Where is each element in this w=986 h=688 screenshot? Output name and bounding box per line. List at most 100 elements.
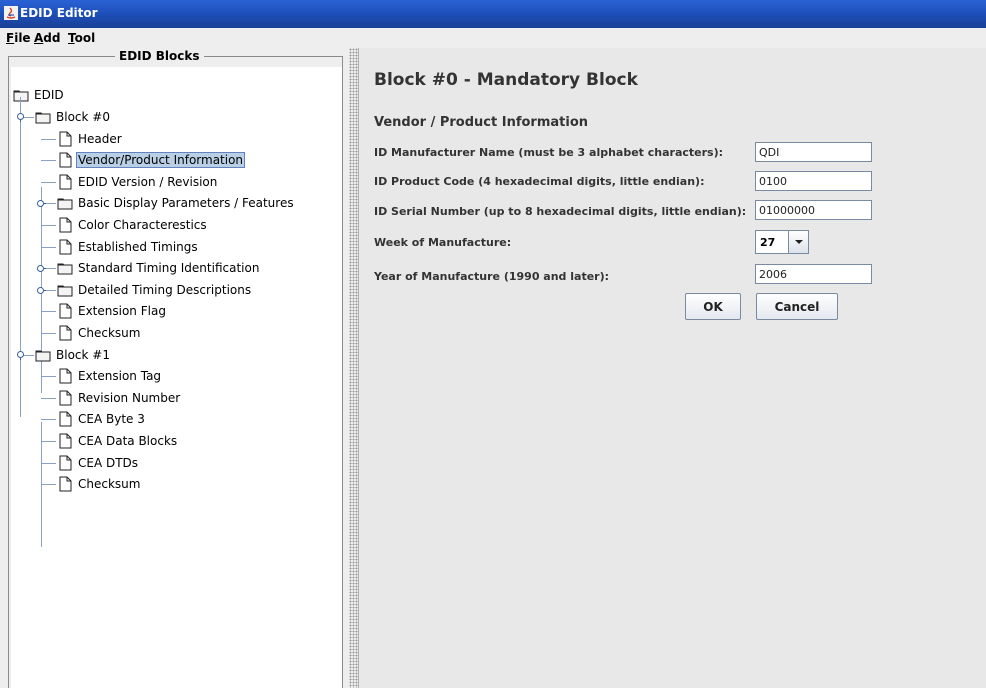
tree-connector xyxy=(20,97,21,417)
tree-connector xyxy=(41,160,56,161)
ok-button[interactable]: OK xyxy=(685,293,741,320)
tree-connector xyxy=(41,139,56,140)
expanded-handle-icon[interactable] xyxy=(16,351,25,360)
document-icon xyxy=(59,174,72,190)
split-divider[interactable] xyxy=(349,48,358,688)
tree-item[interactable]: CEA DTDs xyxy=(57,453,140,473)
product-code-field[interactable] xyxy=(755,171,872,191)
tree-item[interactable]: EDID Version / Revision xyxy=(57,172,219,192)
tree-item-label: Detailed Timing Descriptions xyxy=(78,283,252,297)
year-field[interactable] xyxy=(755,264,872,284)
folder-icon xyxy=(57,285,73,297)
folder-icon xyxy=(57,263,73,275)
tree-connector xyxy=(41,441,56,442)
tree-item[interactable]: Checksum xyxy=(57,323,142,343)
tree-item[interactable]: Block #0 xyxy=(35,107,112,127)
document-icon xyxy=(59,217,72,233)
week-value: 27 xyxy=(760,236,776,249)
document-icon xyxy=(59,239,72,255)
tree-item-label: Vendor/Product Information xyxy=(76,152,246,168)
document-icon xyxy=(59,411,72,427)
tree-item-label: Header xyxy=(78,132,122,146)
tree-connector xyxy=(41,333,56,334)
tree-item[interactable]: Vendor/Product Information xyxy=(57,150,246,170)
edid-tree[interactable]: EDID Block #0 Header Vendor/Product Inform… xyxy=(11,67,342,688)
tree-item[interactable]: CEA Data Blocks xyxy=(57,431,179,451)
tree-item-label: CEA DTDs xyxy=(78,456,139,470)
tree-item-label: Extension Tag xyxy=(78,369,162,383)
tree-item-label: Block #1 xyxy=(56,348,110,362)
chevron-down-icon xyxy=(795,240,803,244)
tree-item-label: Color Characterestics xyxy=(78,218,207,232)
folder-icon xyxy=(13,90,29,102)
folder-icon xyxy=(35,350,51,362)
tree-connector xyxy=(41,247,56,248)
menu-tool[interactable]: Tool xyxy=(68,31,95,45)
tree-connector xyxy=(41,463,56,464)
tree-root-label: EDID xyxy=(34,88,64,102)
tree-connector xyxy=(41,484,56,485)
tree-item-label: Standard Timing Identification xyxy=(78,261,260,275)
menu-file[interactable]: File xyxy=(6,31,31,45)
tree-item-label: Basic Display Parameters / Features xyxy=(78,196,294,210)
tree-connector xyxy=(41,225,56,226)
tree-item[interactable]: Color Characterestics xyxy=(57,215,209,235)
tree-item-label: Revision Number xyxy=(78,391,181,405)
collapsed-handle-icon[interactable] xyxy=(37,286,46,295)
folder-icon xyxy=(35,112,51,124)
window-title: EDID Editor xyxy=(20,6,98,20)
tree-item[interactable]: Checksum xyxy=(57,474,142,494)
tree-item[interactable]: Established Timings xyxy=(57,237,200,257)
cancel-button[interactable]: Cancel xyxy=(756,293,838,320)
document-icon xyxy=(59,368,72,384)
tree-connector xyxy=(41,376,56,377)
week-label: Week of Manufacture: xyxy=(374,236,512,249)
section-title: Vendor / Product Information xyxy=(374,115,589,130)
tree-item-label: Checksum xyxy=(78,477,141,491)
group-title: EDID Blocks xyxy=(115,49,204,63)
tree-item-label: Block #0 xyxy=(56,110,110,124)
left-panel: EDID Blocks EDID Block #0 Header Vendor/Pr… xyxy=(0,48,349,688)
document-icon xyxy=(59,152,72,168)
tree-connector xyxy=(41,398,56,399)
document-icon xyxy=(59,455,72,471)
tree-item-label: Checksum xyxy=(78,326,141,340)
tree-item[interactable]: Extension Tag xyxy=(57,366,163,386)
tree-item-label: CEA Byte 3 xyxy=(78,412,145,426)
tree-item[interactable]: Extension Flag xyxy=(57,301,168,321)
edid-blocks-group: EDID Blocks EDID Block #0 Header Vendor/Pr… xyxy=(8,49,343,688)
tree-item[interactable]: CEA Byte 3 xyxy=(57,409,147,429)
document-icon xyxy=(59,325,72,341)
tree-item[interactable]: Header xyxy=(57,129,124,149)
window-titlebar[interactable]: EDID Editor xyxy=(0,0,986,28)
collapsed-handle-icon[interactable] xyxy=(37,199,46,208)
dropdown-button[interactable] xyxy=(788,231,808,253)
tree-item[interactable]: Basic Display Parameters / Features xyxy=(57,193,296,213)
serial-number-label: ID Serial Number (up to 8 hexadecimal di… xyxy=(374,205,747,218)
serial-number-field[interactable] xyxy=(755,200,872,220)
tree-connector xyxy=(41,182,56,183)
tree-item-label: Extension Flag xyxy=(78,304,166,318)
document-icon xyxy=(59,303,72,319)
document-icon xyxy=(59,390,72,406)
manufacturer-label: ID Manufacturer Name (must be 3 alphabet… xyxy=(374,146,724,159)
tree-connector xyxy=(41,419,56,420)
menu-add[interactable]: Add xyxy=(34,31,60,45)
tree-item[interactable]: Revision Number xyxy=(57,388,182,408)
manufacturer-field[interactable] xyxy=(755,142,872,162)
java-icon xyxy=(4,6,18,20)
document-icon xyxy=(59,476,72,492)
block-title: Block #0 - Mandatory Block xyxy=(374,70,638,90)
tree-item[interactable]: Detailed Timing Descriptions xyxy=(57,280,253,300)
collapsed-handle-icon[interactable] xyxy=(37,264,46,273)
week-dropdown[interactable]: 27 xyxy=(755,230,809,254)
tree-item-label: EDID Version / Revision xyxy=(78,175,218,189)
tree-item[interactable]: Standard Timing Identification xyxy=(57,258,261,278)
document-icon xyxy=(59,433,72,449)
expanded-handle-icon[interactable] xyxy=(16,113,25,122)
tree-item[interactable]: Block #1 xyxy=(35,345,112,365)
tree-item-label: CEA Data Blocks xyxy=(78,434,178,448)
tree-item-label: Established Timings xyxy=(78,240,198,254)
detail-panel: Block #0 - Mandatory Block Vendor / Prod… xyxy=(358,48,986,688)
year-label: Year of Manufacture (1990 and later): xyxy=(374,270,610,283)
